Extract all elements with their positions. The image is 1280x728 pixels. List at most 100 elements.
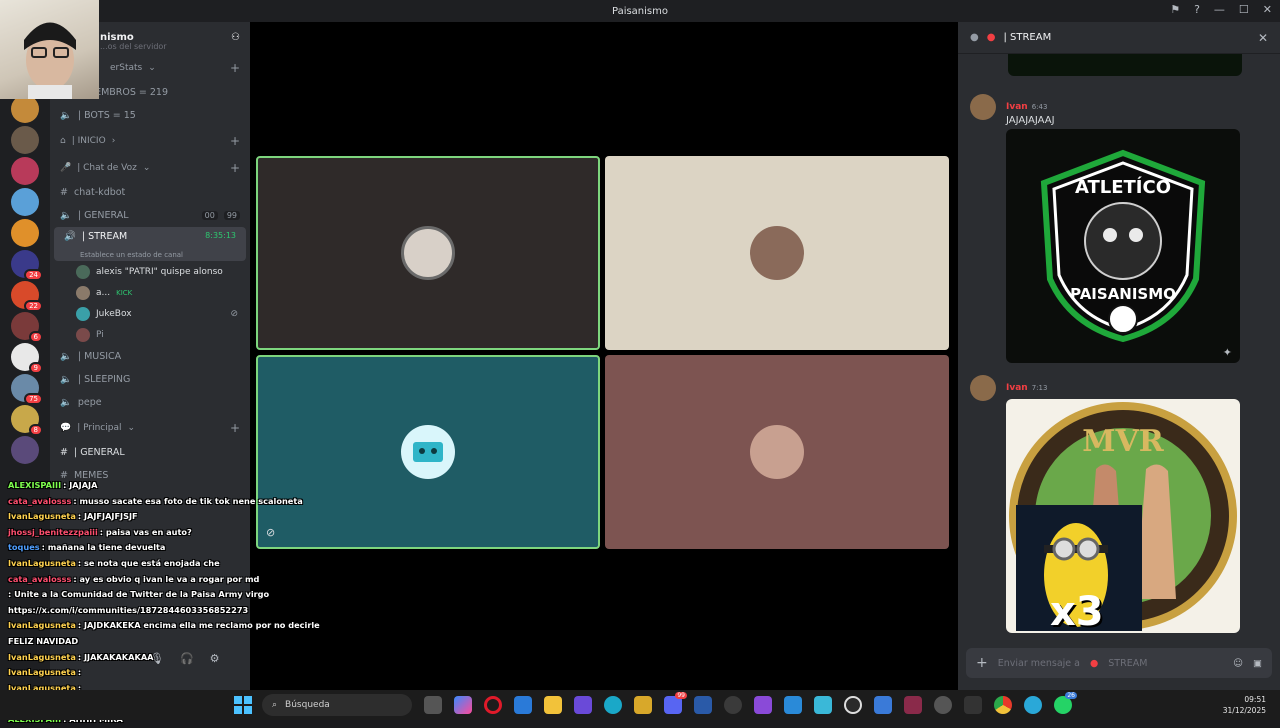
discord-icon[interactable]: 99 — [664, 692, 687, 714]
participant-tile[interactable] — [605, 156, 949, 350]
file-explorer-icon[interactable] — [544, 696, 562, 714]
chat-title: | STREAM — [1003, 32, 1052, 43]
avatar[interactable] — [970, 94, 996, 120]
message-author[interactable]: Ivan — [1006, 102, 1028, 112]
chat-header: ● ● | STREAM ✕ — [958, 22, 1280, 54]
server-icon[interactable] — [11, 219, 39, 247]
inbox-icon[interactable]: ⚑ — [1170, 3, 1180, 16]
server-icon[interactable] — [11, 126, 39, 154]
whatsapp-icon[interactable]: 26 — [1054, 692, 1077, 714]
channel-general-voice[interactable]: 🔈 | GENERAL 00 99 — [50, 204, 250, 227]
channel-musica[interactable]: 🔈 | MUSICA — [50, 345, 250, 368]
channel-chat-kdbot[interactable]: # chat-kdbot — [50, 181, 250, 204]
store-icon[interactable] — [514, 696, 532, 714]
overlay-chat-line: toques: mañana la tiene devuelta — [8, 540, 328, 556]
voice-user[interactable]: Pi — [50, 324, 250, 345]
server-icon[interactable]: 6 — [11, 312, 43, 343]
taskbar-search[interactable]: ⌕ Búsqueda — [262, 694, 412, 716]
server-icon[interactable]: 22 — [11, 281, 43, 312]
chevron-right-icon: › — [111, 135, 116, 146]
server-icon[interactable]: 9 — [11, 343, 43, 374]
stream-chat-panel: ● ● | STREAM ✕ Ivan 6:43 JAJAJAJAAJ ATLET… — [958, 22, 1280, 690]
server-name: nismo — [100, 31, 134, 43]
category-voz[interactable]: 🎤 | Chat de Voz ⌄ + — [50, 154, 250, 181]
add-member-icon[interactable]: ⚇ — [231, 32, 240, 43]
notepad-icon[interactable] — [814, 696, 832, 714]
category-inicio[interactable]: ⌂ | INICIO › + — [50, 127, 250, 154]
input-channel: STREAM — [1108, 657, 1148, 669]
add-channel-icon[interactable]: + — [230, 134, 240, 148]
maximize-button[interactable]: ☐ — [1239, 3, 1249, 16]
chrome-icon[interactable] — [994, 696, 1012, 714]
help-icon[interactable]: ? — [1194, 3, 1200, 16]
winrar-icon[interactable] — [904, 696, 922, 714]
avatar — [76, 306, 90, 321]
channel-sleeping[interactable]: 🔈 | SLEEPING — [50, 368, 250, 391]
emoji-icon[interactable]: ☺ — [1233, 658, 1243, 669]
system-clock[interactable]: 09:51 31/12/2025 — [1223, 694, 1266, 716]
vpn-icon[interactable] — [634, 696, 652, 714]
gif-icon[interactable]: ▣ — [1253, 658, 1262, 669]
channel-status[interactable]: Establece un estado de canal — [64, 251, 236, 259]
participant-tile[interactable] — [256, 156, 600, 350]
settings-icon[interactable] — [934, 696, 952, 714]
app-icon[interactable] — [724, 696, 742, 714]
app-title: Paisanismo — [611, 5, 668, 17]
avatar[interactable] — [970, 375, 996, 401]
add-channel-icon[interactable]: + — [230, 421, 240, 435]
app-icon[interactable] — [1024, 696, 1042, 714]
obs-icon[interactable] — [844, 696, 862, 714]
channel-bots[interactable]: 🔈 | BOTS = 15 — [50, 104, 250, 127]
voice-user[interactable]: alexis "PATRI" quispe alonso — [50, 261, 250, 282]
app-icon[interactable] — [874, 696, 892, 714]
previous-image[interactable] — [1008, 54, 1242, 76]
window-titlebar: Paisanismo ⚑ ? — ☐ ✕ — [0, 0, 1280, 22]
app-icon[interactable] — [754, 696, 772, 714]
edge-icon[interactable] — [604, 696, 622, 714]
overlay-chat-user: cata_avalosss — [8, 573, 72, 584]
channel-general-text[interactable]: # | GENERAL — [50, 441, 250, 464]
terminal-icon[interactable] — [964, 696, 982, 714]
server-icon[interactable] — [11, 188, 39, 216]
minion-sticker: x3 — [1016, 505, 1142, 635]
search-icon: ⌕ — [272, 700, 278, 710]
attachment-image[interactable]: ATLETÍCO PAISANISMO ✦ — [1006, 129, 1240, 363]
overlay-chat-text: : JAJDKAKEKA encima ella me reclamo por … — [77, 620, 320, 631]
app-icon[interactable] — [784, 696, 802, 714]
copilot-icon[interactable] — [454, 696, 472, 714]
app-icon[interactable] — [694, 696, 712, 714]
minimize-button[interactable]: — — [1214, 3, 1225, 16]
participant-tile[interactable] — [605, 355, 949, 549]
channel-stream[interactable]: 🔊 | STREAM 8:35:13 Establece un estado d… — [54, 227, 246, 261]
server-icon[interactable] — [11, 157, 39, 185]
server-icon[interactable] — [11, 95, 39, 123]
task-view-icon[interactable] — [424, 696, 442, 714]
pen-icon[interactable] — [574, 696, 592, 714]
message-input[interactable]: + Enviar mensaje a ● STREAM ☺ ▣ — [966, 648, 1272, 678]
unread-badge: 75 — [24, 393, 43, 405]
server-icon[interactable]: 75 — [11, 374, 43, 405]
logo-bottom-text: PAISANISMO — [1070, 285, 1176, 303]
sparkle-icon[interactable]: ✦ — [1223, 346, 1232, 359]
overlay-chat-text: FELIZ NAVIDAD — [8, 635, 79, 646]
message-text: JAJAJAJAAJ — [1006, 115, 1055, 126]
add-attachment-icon[interactable]: + — [976, 655, 988, 671]
message-author[interactable]: Ivan — [1006, 383, 1028, 393]
stream-timer: 8:35:13 — [205, 231, 236, 240]
server-icon[interactable]: 24 — [11, 250, 43, 281]
category-principal[interactable]: 💬 | Principal ⌄ + — [50, 414, 250, 441]
opera-icon[interactable] — [484, 696, 502, 714]
message-time: 7:13 — [1031, 384, 1048, 392]
add-channel-icon[interactable]: + — [230, 161, 240, 175]
channel-pepe[interactable]: 🔈 pepe — [50, 391, 250, 414]
close-icon[interactable]: ✕ — [1258, 31, 1268, 45]
windows-start-icon[interactable] — [234, 696, 252, 714]
server-icon[interactable]: 8 — [11, 405, 43, 436]
add-channel-icon[interactable]: + — [230, 61, 240, 75]
notification-badge: 99 — [675, 692, 687, 699]
close-window-button[interactable]: ✕ — [1263, 3, 1272, 16]
voice-user[interactable]: a... KICK — [50, 282, 250, 303]
server-icon[interactable] — [11, 436, 39, 464]
overlay-chat-text: : ay es obvio q ivan le va a rogar por m… — [73, 573, 260, 584]
voice-user[interactable]: JukeBox ⊘ — [50, 303, 250, 324]
